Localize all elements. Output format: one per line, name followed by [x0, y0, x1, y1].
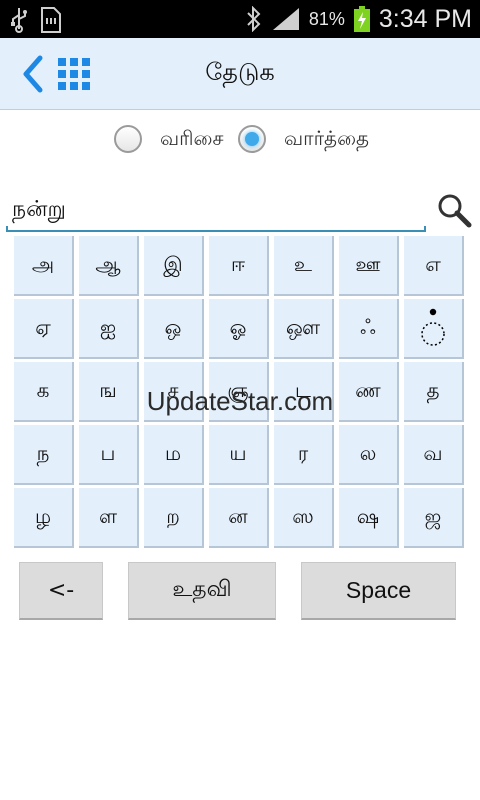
- key-label: ட: [295, 377, 311, 402]
- bluetooth-icon: [247, 6, 261, 32]
- input-underline-right-tick: [424, 226, 426, 232]
- key-r5-c2[interactable]: ள: [79, 488, 139, 548]
- key-r3-c1[interactable]: க: [14, 362, 74, 422]
- key-r4-c4[interactable]: ய: [209, 425, 269, 485]
- key-r4-c3[interactable]: ம: [144, 425, 204, 485]
- battery-percent: 81%: [308, 8, 345, 29]
- key-r1-c5[interactable]: உ: [274, 236, 334, 296]
- usb-icon: [11, 8, 27, 33]
- key-label: ழ: [34, 503, 52, 528]
- radio-row-mode[interactable]: [114, 125, 142, 153]
- key-r3-c4[interactable]: ஞ: [209, 362, 269, 422]
- page-title: தேடுக: [205, 58, 275, 86]
- key-r3-c6[interactable]: ண: [339, 362, 399, 422]
- key-r2-c3[interactable]: ஒ: [144, 299, 204, 359]
- radio-label-row-mode[interactable]: வரிசை: [160, 126, 224, 153]
- key-label: ல: [359, 440, 377, 465]
- key-label: ள: [98, 503, 118, 528]
- radio-word-mode[interactable]: [238, 125, 266, 153]
- key-label: ஏ: [35, 314, 51, 339]
- sd-card-icon: [41, 7, 61, 33]
- clock: 3:34 PM: [378, 4, 472, 33]
- search-input[interactable]: [6, 192, 426, 232]
- key-r3-c3[interactable]: ச: [144, 362, 204, 422]
- key-r5-c3[interactable]: ற: [144, 488, 204, 548]
- key-label: ஷ: [356, 503, 380, 528]
- key-r4-c5[interactable]: ர: [274, 425, 334, 485]
- key-r3-c5[interactable]: ட: [274, 362, 334, 422]
- key-r1-c4[interactable]: ஈ: [209, 236, 269, 296]
- key-r2-c5[interactable]: ஔ: [274, 299, 334, 359]
- radio-label-word-mode[interactable]: வார்த்தை: [284, 126, 369, 153]
- key-label: வ: [423, 440, 443, 465]
- key-label: உ: [293, 251, 313, 276]
- space-button[interactable]: Space: [301, 562, 456, 620]
- key-label: த: [426, 377, 440, 402]
- key-label: ன: [228, 503, 248, 528]
- key-r1-c2[interactable]: ஆ: [79, 236, 139, 296]
- key-r4-c2[interactable]: ப: [79, 425, 139, 485]
- key-r3-c7[interactable]: த: [404, 362, 464, 422]
- key-r2-c1[interactable]: ஏ: [14, 299, 74, 359]
- key-r3-c2[interactable]: ங: [79, 362, 139, 422]
- key-label: ஓ: [229, 314, 247, 339]
- key-label: ஞ: [227, 377, 249, 402]
- action-bar: தேடுக: [0, 38, 480, 110]
- key-r1-c6[interactable]: ஊ: [339, 236, 399, 296]
- key-label: க: [36, 377, 50, 402]
- key-r4-c1[interactable]: ந: [14, 425, 74, 485]
- signal-icon: [272, 8, 299, 30]
- key-label: ய: [229, 440, 247, 465]
- key-label: ர: [297, 440, 309, 465]
- key-label: ஐ: [99, 314, 117, 339]
- key-r1-c3[interactable]: இ: [144, 236, 204, 296]
- key-r1-c1[interactable]: அ: [14, 236, 74, 296]
- status-bar: 81% 3:34 PM: [0, 0, 480, 38]
- key-label: ங: [99, 377, 117, 402]
- help-button[interactable]: உதவி: [128, 562, 276, 620]
- key-label: ஃ: [360, 314, 376, 339]
- battery-charging-icon: [353, 6, 370, 32]
- input-underline-left-tick: [6, 226, 8, 232]
- key-r4-c6[interactable]: ல: [339, 425, 399, 485]
- key-r1-c7[interactable]: எ: [404, 236, 464, 296]
- key-label: ம: [164, 440, 182, 465]
- key-r2-c6[interactable]: ஃ: [339, 299, 399, 359]
- search-icon: [438, 194, 472, 228]
- key-r2-c7[interactable]: ்: [404, 299, 464, 359]
- key-label: ஸ: [292, 503, 314, 528]
- key-label: ச: [167, 377, 179, 402]
- key-r5-c5[interactable]: ஸ: [274, 488, 334, 548]
- status-right-icons: 81% 3:34 PM: [245, 2, 472, 36]
- key-label: ஆ: [95, 251, 121, 276]
- key-label: ஔ: [285, 314, 321, 339]
- key-label: ப: [100, 440, 116, 465]
- key-r2-c2[interactable]: ஐ: [79, 299, 139, 359]
- key-label: ஊ: [355, 251, 381, 276]
- key-label: ஈ: [230, 251, 246, 276]
- key-label: எ: [425, 251, 441, 276]
- key-label: ண: [355, 377, 381, 402]
- key-r2-c4[interactable]: ஓ: [209, 299, 269, 359]
- key-label: ஜ: [424, 503, 442, 528]
- key-r5-c7[interactable]: ஜ: [404, 488, 464, 548]
- key-label: ந: [36, 440, 50, 465]
- key-r5-c6[interactable]: ஷ: [339, 488, 399, 548]
- search-mode-group: வரிசை வார்த்தை: [0, 122, 480, 158]
- search-button[interactable]: [436, 192, 472, 228]
- key-r5-c1[interactable]: ழ: [14, 488, 74, 548]
- key-label: ஒ: [164, 314, 182, 339]
- backspace-button[interactable]: <-: [19, 562, 103, 620]
- pulli-dotted-circle-icon: [421, 308, 445, 346]
- tamil-keyboard: அ ஆ இ ஈ உ ஊ எ ஏ ஐ ஒ ஓ ஔ ஃ் க ங ச ஞ ட ண த ந ப ம ய ர ல வ ழ ள ற ன ஸ ஷ ஜ: [14, 236, 466, 548]
- key-label: இ: [163, 251, 183, 276]
- key-r5-c4[interactable]: ன: [209, 488, 269, 548]
- key-label: ற: [166, 503, 180, 528]
- key-r4-c7[interactable]: வ: [404, 425, 464, 485]
- key-label: அ: [31, 251, 55, 276]
- status-left-icons: [10, 6, 62, 34]
